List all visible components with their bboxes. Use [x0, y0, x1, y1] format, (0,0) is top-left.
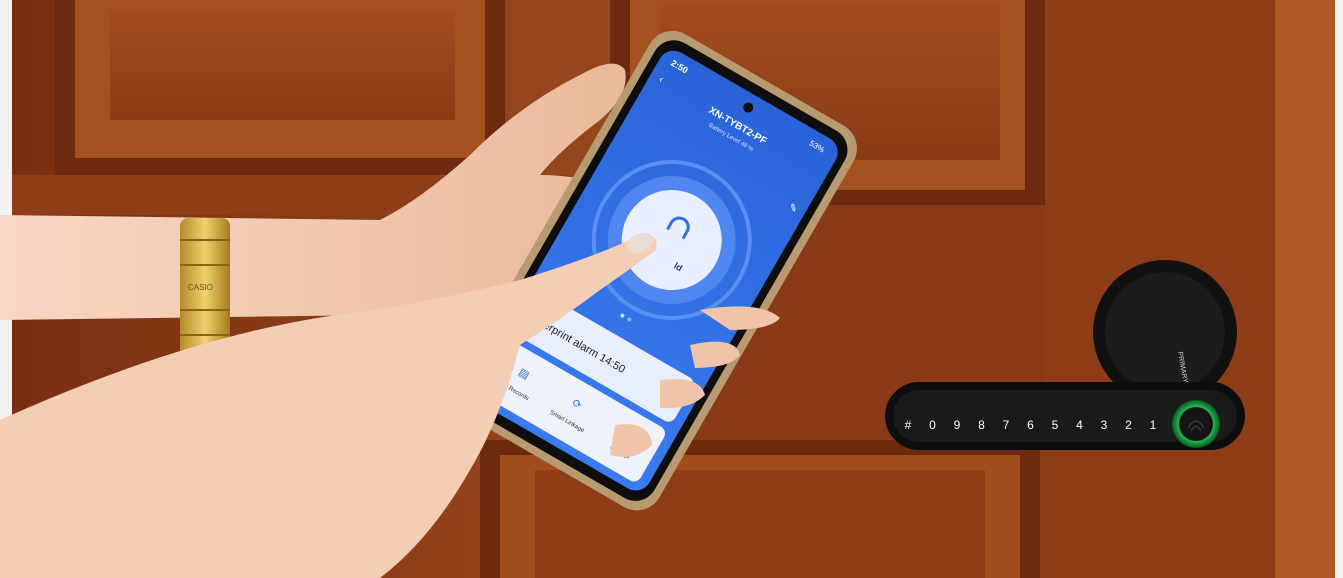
photo-scene: PRIMARY #0 9 8 7 6 5 4 3 2 1 CASIO 2:50 53% ‹ XN-…: [0, 0, 1343, 578]
keypad-key[interactable]: 7: [1003, 418, 1010, 432]
keypad-key[interactable]: 8: [978, 418, 985, 432]
keypad-key[interactable]: 3: [1101, 418, 1108, 432]
wristwatch: CASIO: [180, 218, 230, 358]
door-panel-upper-left: [55, 0, 505, 175]
keypad-key[interactable]: 4: [1076, 418, 1083, 432]
keypad-key[interactable]: 9: [954, 418, 961, 432]
wall-edge-right: [1335, 0, 1343, 578]
keypad-key[interactable]: 0: [929, 418, 936, 432]
keypad-key[interactable]: 6: [1027, 418, 1034, 432]
keypad-key[interactable]: 2: [1125, 418, 1132, 432]
keypad-key[interactable]: #: [905, 418, 912, 432]
keypad-key[interactable]: 1: [1150, 418, 1157, 432]
watch-brand: CASIO: [188, 283, 213, 292]
scene-svg: PRIMARY #0 9 8 7 6 5 4 3 2 1 CASIO 2:50 53% ‹ XN-…: [0, 0, 1343, 578]
door-frame-right: [1275, 0, 1335, 578]
keypad-key[interactable]: 5: [1052, 418, 1059, 432]
fingerprint-sensor[interactable]: [1179, 407, 1213, 441]
